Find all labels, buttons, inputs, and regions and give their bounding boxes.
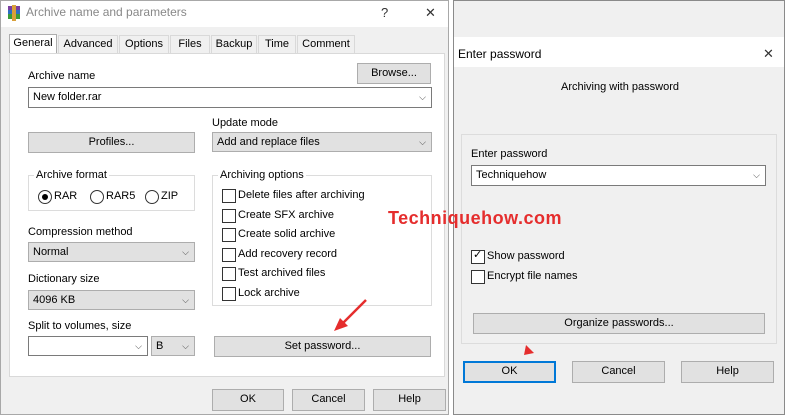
lock-archive-label: Lock archive xyxy=(238,287,300,299)
dictionary-size-label: Dictionary size xyxy=(28,273,100,285)
right-window-top-strip xyxy=(454,1,784,37)
encrypt-file-names-label: Encrypt file names xyxy=(487,270,578,282)
left-cancel-button[interactable]: Cancel xyxy=(292,389,365,411)
enter-password-label: Enter password xyxy=(471,148,548,160)
chevron-down-icon[interactable]: ⌵ xyxy=(135,337,142,355)
browse-button[interactable]: Browse... xyxy=(357,63,431,84)
delete-files-checkbox[interactable] xyxy=(222,189,236,203)
chevron-down-icon: ⌵ xyxy=(182,341,189,351)
create-solid-checkbox[interactable] xyxy=(222,228,236,242)
arrow-to-set-password-icon xyxy=(334,299,367,331)
split-unit-value: B xyxy=(156,340,164,352)
tab-time[interactable]: Time xyxy=(258,35,296,53)
split-volumes-label: Split to volumes, size xyxy=(28,320,132,332)
add-recovery-label: Add recovery record xyxy=(238,248,338,260)
archive-params-dialog: Archive name and parameters ? ✕ General … xyxy=(0,0,449,415)
chevron-down-icon: ⌵ xyxy=(419,137,426,147)
chevron-down-icon[interactable]: ⌵ xyxy=(753,166,760,185)
format-rar-radio[interactable] xyxy=(38,190,52,204)
delete-files-label: Delete files after archiving xyxy=(238,189,365,201)
left-help-button[interactable]: Help xyxy=(373,389,446,411)
right-cancel-button[interactable]: Cancel xyxy=(572,361,665,383)
tab-comment[interactable]: Comment xyxy=(297,35,355,53)
general-tab-panel: Archive name Browse... New folder.rar ⌵ … xyxy=(9,53,445,377)
lock-archive-checkbox[interactable] xyxy=(222,287,236,301)
format-rar5-label: RAR5 xyxy=(106,190,136,202)
tab-strip: General Advanced Options Files Backup Ti… xyxy=(9,34,445,53)
update-mode-value: Add and replace files xyxy=(217,136,320,148)
encrypt-file-names-checkbox[interactable] xyxy=(471,270,485,284)
chevron-down-icon[interactable]: ⌵ xyxy=(419,88,426,107)
test-archived-label: Test archived files xyxy=(238,267,326,279)
archive-format-label: Archive format xyxy=(34,169,109,181)
format-zip-label: ZIP xyxy=(161,190,179,202)
password-input[interactable]: Techniquehow ⌵ xyxy=(471,165,766,186)
arrow-to-ok-icon xyxy=(524,345,534,355)
right-close-icon[interactable]: ✕ xyxy=(763,46,774,62)
compression-method-value: Normal xyxy=(33,246,69,258)
format-zip-radio[interactable] xyxy=(145,190,159,204)
tab-backup[interactable]: Backup xyxy=(211,35,257,53)
chevron-down-icon: ⌵ xyxy=(182,247,189,257)
archiving-options-label: Archiving options xyxy=(218,169,306,181)
winrar-app-icon xyxy=(6,5,22,21)
split-size-input[interactable]: ⌵ xyxy=(28,336,148,356)
add-recovery-checkbox[interactable] xyxy=(222,248,236,262)
show-password-label: Show password xyxy=(487,250,565,262)
tab-options[interactable]: Options xyxy=(119,35,169,53)
archiving-with-password-text: Archiving with password xyxy=(561,81,679,93)
right-ok-button[interactable]: OK xyxy=(463,361,556,383)
organize-passwords-button[interactable]: Organize passwords... xyxy=(473,313,765,334)
left-dialog-title: Archive name and parameters xyxy=(26,5,187,19)
show-password-checkbox[interactable] xyxy=(471,248,485,264)
create-solid-label: Create solid archive xyxy=(238,228,336,240)
left-title-bar: Archive name and parameters ? ✕ xyxy=(1,1,448,27)
dictionary-size-select[interactable]: 4096 KB ⌵ xyxy=(28,290,195,310)
create-sfx-label: Create SFX archive xyxy=(238,209,334,221)
format-rar5-radio[interactable] xyxy=(90,190,104,204)
split-unit-select[interactable]: B ⌵ xyxy=(151,336,195,356)
update-mode-select[interactable]: Add and replace files ⌵ xyxy=(212,132,432,152)
left-ok-button[interactable]: OK xyxy=(212,389,284,411)
test-archived-checkbox[interactable] xyxy=(222,267,236,281)
archive-name-value: New folder.rar xyxy=(33,91,102,103)
archive-name-label: Archive name xyxy=(28,70,96,82)
right-dialog-title: Enter password xyxy=(458,47,542,61)
dictionary-size-value: 4096 KB xyxy=(33,294,76,306)
compression-method-label: Compression method xyxy=(28,226,133,238)
help-title-button[interactable]: ? xyxy=(381,5,388,20)
archive-name-input[interactable]: New folder.rar ⌵ xyxy=(28,87,432,108)
create-sfx-checkbox[interactable] xyxy=(222,209,236,223)
tab-advanced[interactable]: Advanced xyxy=(58,35,118,53)
chevron-down-icon: ⌵ xyxy=(182,295,189,305)
format-rar-label: RAR xyxy=(54,190,78,202)
left-close-icon[interactable]: ✕ xyxy=(425,5,436,21)
password-value: Techniquehow xyxy=(476,169,547,181)
tab-general[interactable]: General xyxy=(9,34,57,53)
right-help-button[interactable]: Help xyxy=(681,361,774,383)
set-password-button[interactable]: Set password... xyxy=(214,336,431,357)
update-mode-label: Update mode xyxy=(212,117,279,129)
tab-files[interactable]: Files xyxy=(170,35,210,53)
watermark-text: Techniquehow.com xyxy=(388,208,563,228)
compression-method-select[interactable]: Normal ⌵ xyxy=(28,242,195,262)
profiles-button[interactable]: Profiles... xyxy=(28,132,195,153)
